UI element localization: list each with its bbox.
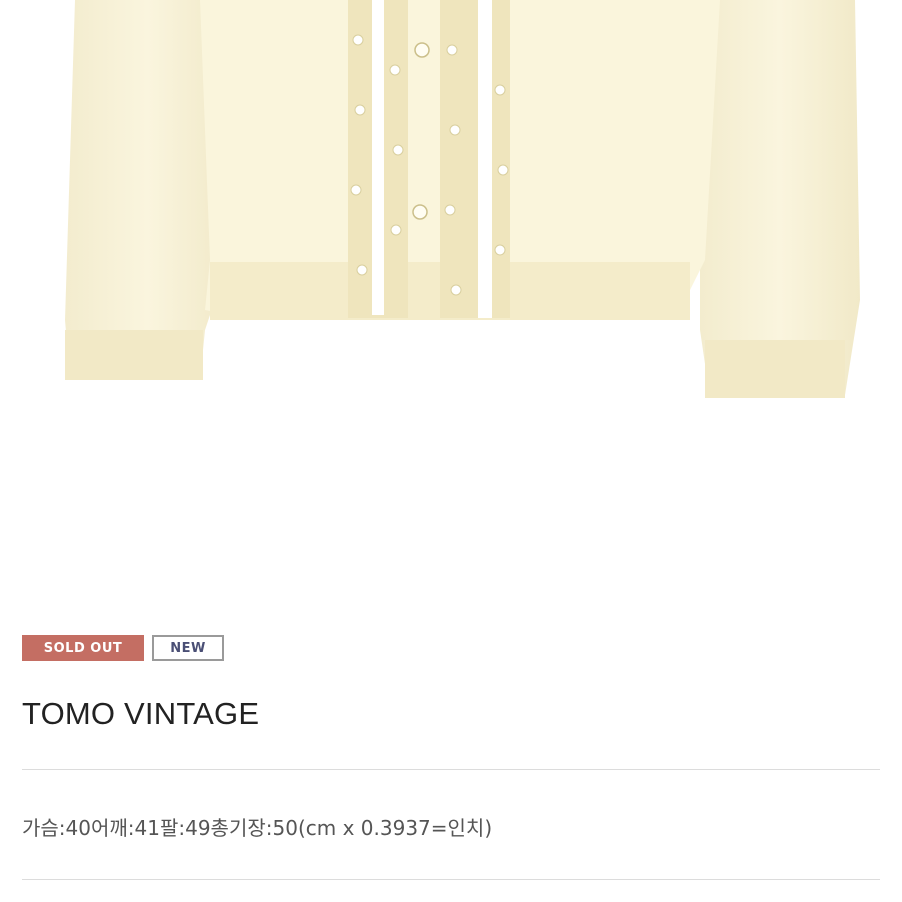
- sold-out-badge: SOLD OUT: [22, 635, 144, 661]
- product-title[interactable]: TOMO VINTAGE: [22, 696, 259, 732]
- new-badge: NEW: [152, 635, 224, 661]
- divider-top: [22, 769, 880, 770]
- right-sleeve: [700, 0, 860, 398]
- product-measurements: 가슴:40어깨:41팔:49총기장:50(cm x 0.3937=인치): [22, 816, 493, 840]
- cardigan-illustration: [65, 0, 860, 398]
- badge-group: SOLD OUT NEW: [22, 635, 224, 661]
- product-image[interactable]: [0, 0, 902, 600]
- divider-bottom: [22, 879, 880, 880]
